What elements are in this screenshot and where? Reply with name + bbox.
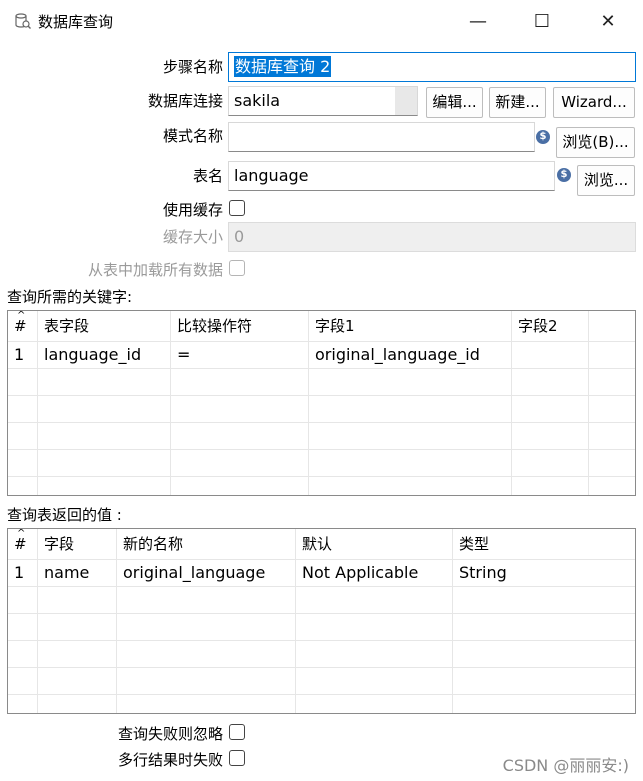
empty-row — [8, 668, 635, 695]
table-cell[interactable]: name — [38, 560, 117, 586]
column-header[interactable]: 类型 — [453, 529, 635, 559]
database-query-icon — [14, 12, 32, 34]
load-all-label: 从表中加载所有数据 — [87, 261, 223, 279]
values-table: ^ # 字段 新的名称 默认 类型 1 name original_languag… — [7, 528, 636, 714]
variable-icon: $ — [536, 130, 550, 144]
schema-label: 模式名称 — [162, 127, 223, 145]
empty-row — [8, 587, 635, 614]
load-all-checkbox[interactable] — [229, 260, 245, 276]
ignore-failure-label: 查询失败则忽略 — [117, 725, 223, 743]
fail-multi-label: 多行结果时失败 — [117, 751, 223, 769]
fail-multi-checkbox[interactable] — [229, 750, 245, 766]
sort-icon: ^ — [17, 529, 26, 539]
wizard-button[interactable]: Wizard... — [553, 87, 635, 118]
maximize-icon: ☐ — [533, 10, 551, 32]
edit-connection-button[interactable]: 编辑... — [426, 87, 483, 118]
column-header[interactable]: 字段1 — [309, 311, 512, 341]
keys-section-title: 查询所需的关键字: — [7, 288, 133, 306]
empty-row — [8, 369, 635, 396]
table-cell[interactable] — [512, 342, 589, 368]
table-row[interactable]: 1 language_id = original_language_id — [8, 342, 635, 369]
column-header[interactable]: ^ # — [8, 529, 38, 559]
close-icon: ✕ — [600, 10, 616, 32]
column-header[interactable]: 比较操作符 — [171, 311, 309, 341]
empty-row — [8, 396, 635, 423]
table-cell[interactable]: = — [171, 342, 309, 368]
schema-input[interactable] — [228, 122, 535, 152]
cache-size-label: 缓存大小 — [162, 228, 223, 246]
empty-row — [8, 641, 635, 668]
watermark: CSDN @丽丽安:) — [502, 756, 629, 775]
ignore-failure-checkbox[interactable] — [229, 724, 245, 740]
column-header[interactable]: 默认 — [296, 529, 453, 559]
step-name-value: 数据库查询 2 — [234, 56, 332, 77]
table-name-label: 表名 — [192, 167, 223, 185]
title-bar: 数据库查询 — ☐ ✕ — [0, 0, 643, 42]
row-number: 1 — [8, 560, 38, 586]
empty-row — [8, 614, 635, 641]
column-header[interactable]: 表字段 — [38, 311, 171, 341]
table-name-value: language — [234, 166, 309, 185]
keys-table: ^ # 表字段 比较操作符 字段1 字段2 1 language_id = ori… — [7, 310, 636, 496]
maximize-button[interactable]: ☐ — [514, 0, 570, 42]
column-header[interactable]: 新的名称 — [117, 529, 296, 559]
row-number: 1 — [8, 342, 38, 368]
empty-row — [8, 695, 635, 713]
column-header[interactable]: 字段2 — [512, 311, 589, 341]
table-cell[interactable]: original_language_id — [309, 342, 512, 368]
table-header-row: ^ # 表字段 比较操作符 字段1 字段2 — [8, 311, 635, 342]
empty-row — [8, 423, 635, 450]
values-section-title: 查询表返回的值 : — [7, 506, 122, 524]
table-browse-button[interactable]: 浏览... — [577, 165, 635, 196]
table-name-input[interactable]: language — [228, 161, 555, 191]
variable-icon: $ — [557, 168, 571, 182]
table-cell[interactable]: String — [453, 560, 635, 586]
step-name-field[interactable]: 数据库查询 2 — [228, 52, 636, 82]
sort-icon: ^ — [17, 311, 26, 321]
use-cache-label: 使用缓存 — [162, 201, 223, 219]
dropdown-arrow-area[interactable] — [395, 87, 417, 115]
close-button[interactable]: ✕ — [580, 0, 636, 42]
table-cell[interactable]: language_id — [38, 342, 171, 368]
window-title: 数据库查询 — [38, 13, 114, 31]
step-name-label: 步骤名称 — [162, 58, 223, 76]
table-cell[interactable]: original_language — [117, 560, 296, 586]
new-connection-button[interactable]: 新建... — [489, 87, 546, 118]
empty-row — [8, 477, 635, 495]
column-header[interactable]: 字段 — [38, 529, 117, 559]
cache-size-input[interactable]: 0 — [228, 222, 636, 252]
table-cell[interactable]: Not Applicable — [296, 560, 453, 586]
column-header[interactable]: ^ # — [8, 311, 38, 341]
connection-select[interactable]: sakila — [228, 86, 418, 116]
use-cache-checkbox[interactable] — [229, 200, 245, 216]
table-row[interactable]: 1 name original_language Not Applicable … — [8, 560, 635, 587]
schema-browse-button[interactable]: 浏览(B)... — [556, 127, 635, 158]
empty-row — [8, 450, 635, 477]
minimize-button[interactable]: — — [450, 0, 506, 42]
minimize-icon: — — [469, 10, 487, 32]
connection-label: 数据库连接 — [147, 92, 223, 110]
cache-size-value: 0 — [234, 227, 245, 246]
connection-value: sakila — [234, 91, 281, 110]
table-header-row: ^ # 字段 新的名称 默认 类型 — [8, 529, 635, 560]
